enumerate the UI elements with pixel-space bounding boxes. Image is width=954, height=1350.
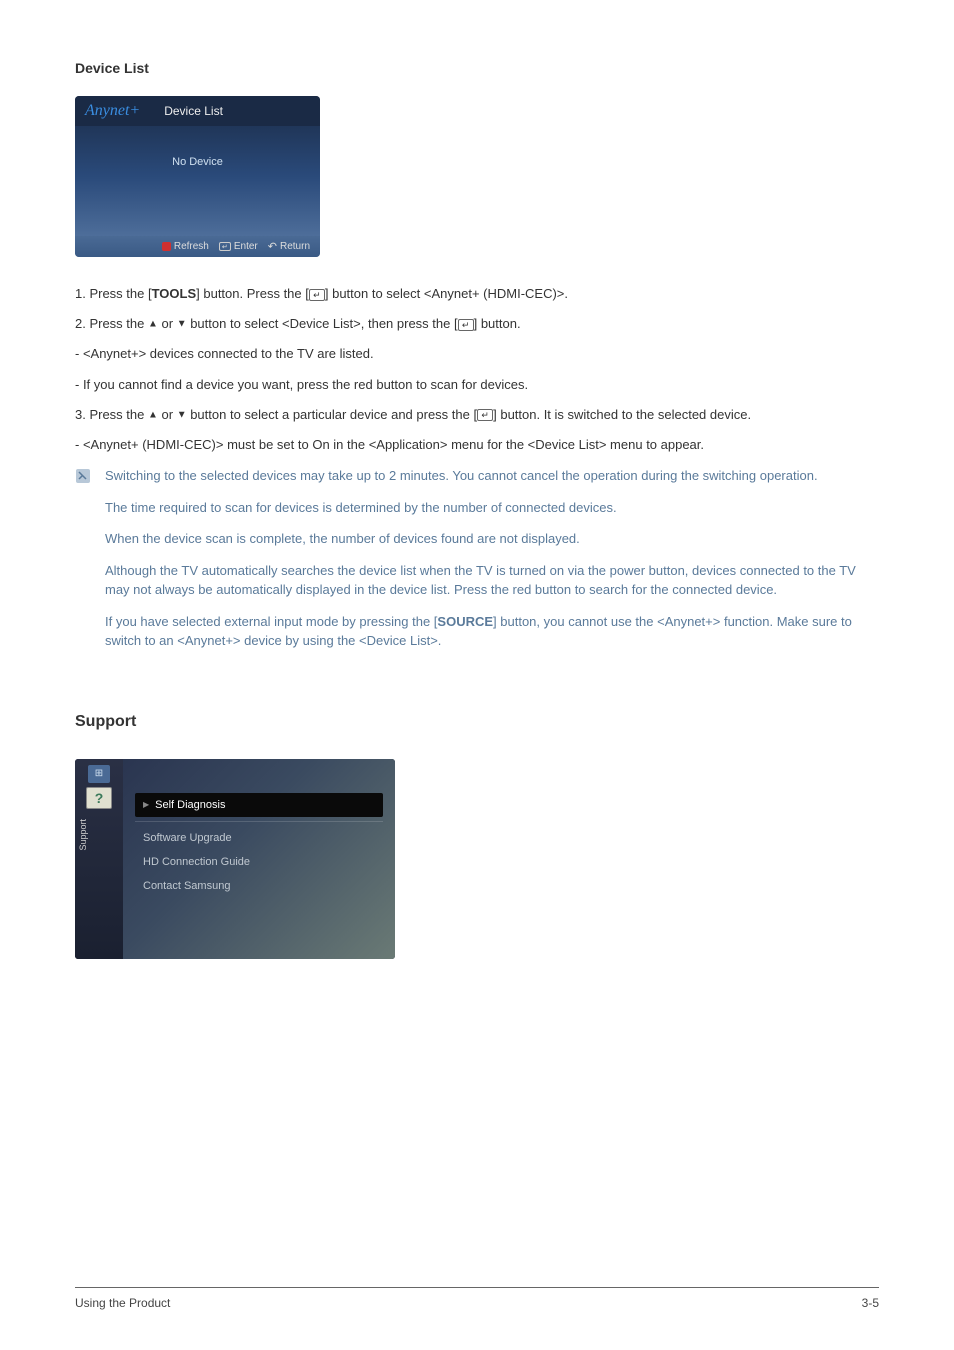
text: 1. Press the [ [75,286,152,301]
note-3: When the device scan is complete, the nu… [105,529,879,549]
sidebar-label: Support [78,819,88,851]
support-sidebar: ⊞ ? Support [75,759,123,959]
note-content: Switching to the selected devices may ta… [105,466,879,663]
device-list-header: Anynet+ Device List [75,96,320,126]
device-list-heading: Device List [75,60,879,76]
instruction-bullet1: - <Anynet+> devices connected to the TV … [75,345,879,363]
support-main: ▶ Self Diagnosis Software Upgrade HD Con… [123,759,395,959]
text: ] button. Press the [ [196,286,309,301]
text: or [158,316,177,331]
enter-icon: ↵ [219,242,231,251]
sidebar-small-icon: ⊞ [88,765,110,783]
down-arrow-icon: ▼ [177,409,187,420]
footer-left: Using the Product [75,1296,170,1310]
menu-item-hd-connection-guide[interactable]: HD Connection Guide [135,850,383,874]
note-1: Switching to the selected devices may ta… [105,466,879,486]
instruction-bullet2: - If you cannot find a device you want, … [75,376,879,394]
red-button-icon [162,242,171,251]
text: 2. Press the [75,316,148,331]
tools-label: TOOLS [152,286,197,301]
device-list-panel: Anynet+ Device List No Device Refresh ↵ … [75,96,320,257]
refresh-hint: Refresh [162,241,209,252]
menu-label: HD Connection Guide [143,856,250,868]
footer-right: 3-5 [862,1296,879,1310]
note-2: The time required to scan for devices is… [105,498,879,518]
instruction-bullet3: - <Anynet+ (HDMI-CEC)> must be set to On… [75,436,879,454]
enter-button-icon [477,409,493,421]
text: or [158,407,177,422]
anynet-logo: Anynet+ [85,102,140,120]
page-footer: Using the Product 3-5 [75,1287,879,1310]
sidebar-question-icon[interactable]: ? [86,787,112,809]
menu-label: Software Upgrade [143,832,232,844]
text: ] button. It is switched to the selected… [493,407,751,422]
source-label: SOURCE [437,614,493,629]
divider [135,821,383,822]
enter-label: Enter [234,241,258,252]
instruction-step3: 3. Press the ▲ or ▼ button to select a p… [75,406,879,424]
up-arrow-icon: ▲ [148,409,158,420]
menu-label: Contact Samsung [143,880,230,892]
down-arrow-icon: ▼ [177,319,187,330]
up-arrow-icon: ▲ [148,319,158,330]
enter-hint: ↵ Enter [219,241,258,252]
enter-button-icon [458,319,474,331]
note-4: Although the TV automatically searches t… [105,561,879,600]
device-list-body: No Device [75,126,320,236]
menu-item-software-upgrade[interactable]: Software Upgrade [135,826,383,850]
text: ] button. [474,316,521,331]
menu-label: Self Diagnosis [155,799,225,811]
enter-button-icon [309,289,325,301]
device-list-panel-title: Device List [164,104,223,118]
refresh-label: Refresh [174,241,209,252]
instructions-block: 1. Press the [TOOLS] button. Press the [… [75,285,879,454]
menu-item-self-diagnosis[interactable]: ▶ Self Diagnosis [135,793,383,817]
device-list-footer: Refresh ↵ Enter ↶ Return [75,236,320,257]
instruction-step2: 2. Press the ▲ or ▼ button to select <De… [75,315,879,333]
return-label: Return [280,241,310,252]
text: button to select a particular device and… [187,407,478,422]
note-block: Switching to the selected devices may ta… [75,466,879,663]
menu-item-contact-samsung[interactable]: Contact Samsung [135,874,383,898]
return-icon: ↶ [268,240,277,253]
text: ] button to select <Anynet+ (HDMI-CEC)>. [325,286,568,301]
support-panel: ⊞ ? Support ▶ Self Diagnosis Software Up… [75,759,395,959]
text: button to select <Device List>, then pre… [187,316,458,331]
instruction-step1: 1. Press the [TOOLS] button. Press the [… [75,285,879,303]
text: 3. Press the [75,407,148,422]
note-icon [75,468,91,484]
triangle-right-icon: ▶ [143,800,149,809]
support-heading: Support [75,713,879,731]
text: If you have selected external input mode… [105,614,437,629]
note-5: If you have selected external input mode… [105,612,879,651]
return-hint: ↶ Return [268,240,310,253]
